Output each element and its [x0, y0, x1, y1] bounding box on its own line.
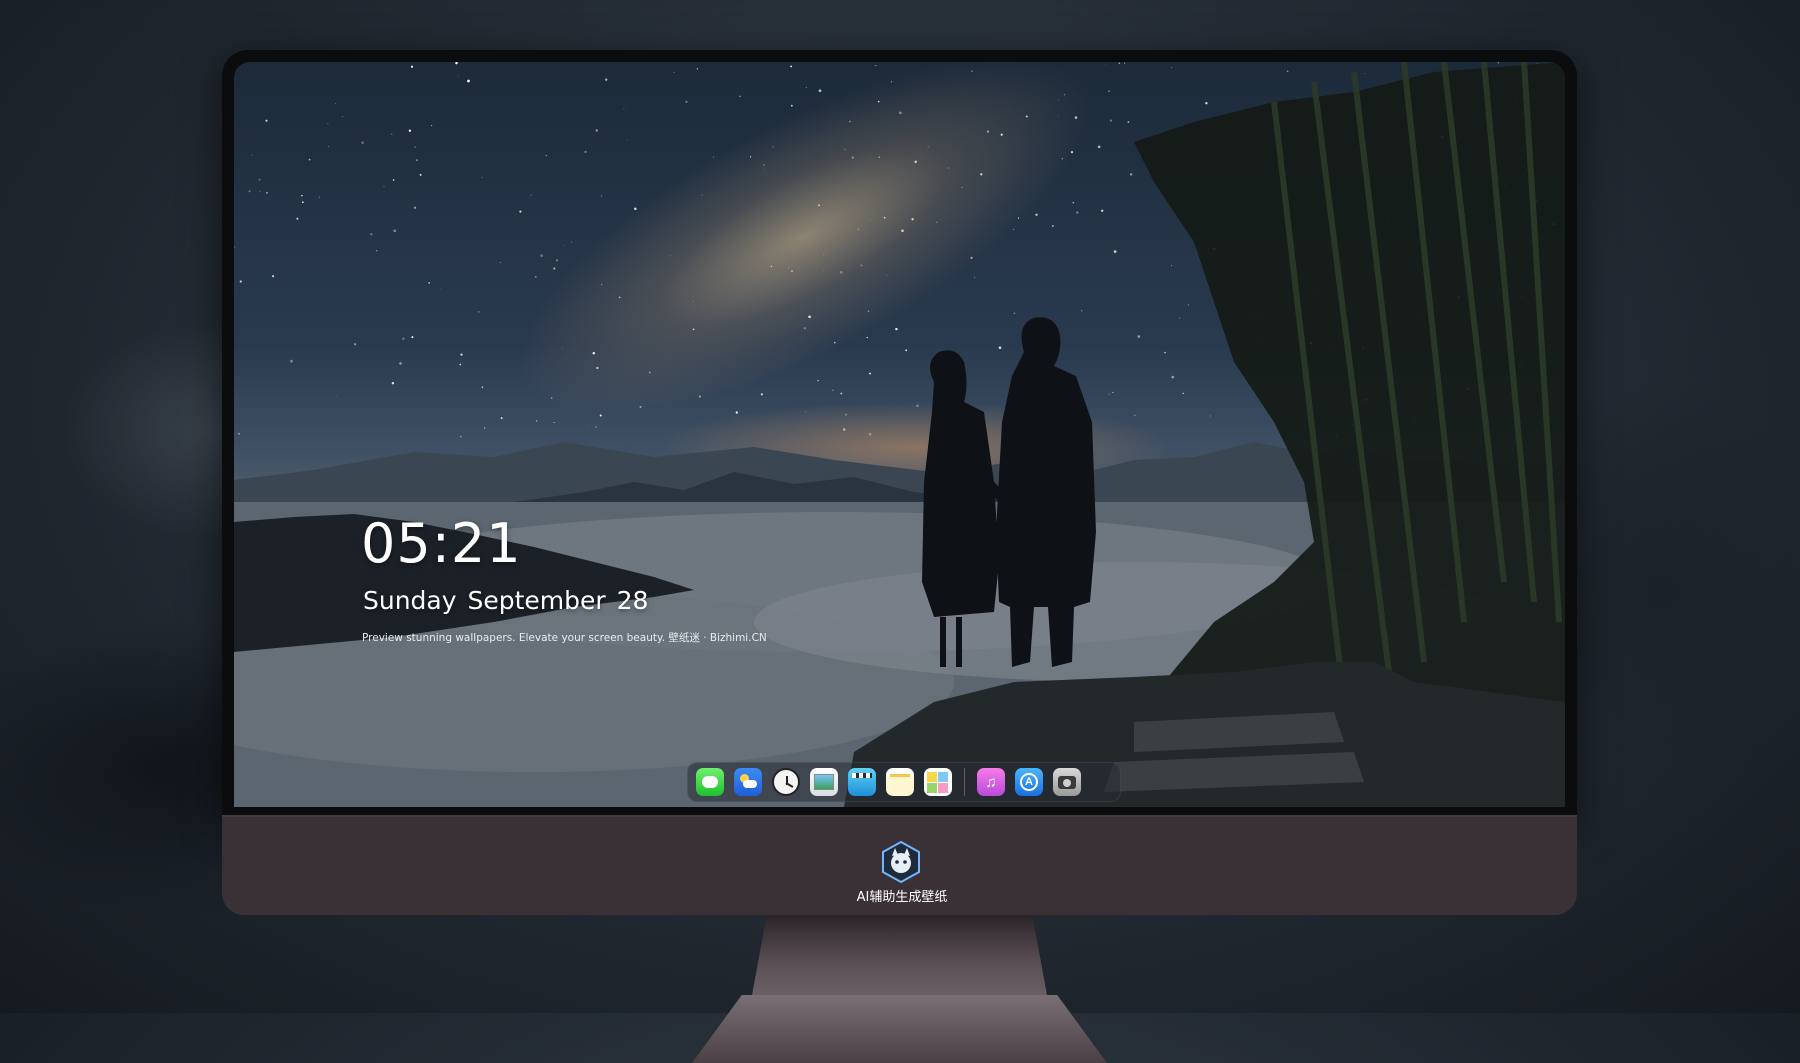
clips-icon[interactable] — [848, 768, 876, 796]
lock-screen[interactable]: 05:21 Sunday September 28 Preview stunni… — [234, 62, 1565, 807]
camera-icon[interactable] — [1053, 768, 1081, 796]
stickies-icon[interactable] — [924, 768, 952, 796]
cat-mascot-logo-icon — [882, 840, 920, 884]
messages-icon[interactable] — [696, 768, 724, 796]
monitor-stand-neck — [752, 915, 1047, 995]
lock-tagline: Preview stunning wallpapers. Elevate you… — [362, 632, 767, 644]
app-store-icon[interactable]: A — [1015, 768, 1043, 796]
dock-separator — [964, 768, 965, 796]
clock-icon[interactable] — [772, 768, 800, 796]
monitor: 05:21 Sunday September 28 Preview stunni… — [222, 50, 1577, 1063]
preview-icon[interactable] — [810, 768, 838, 796]
wallpaper-landscape — [234, 62, 1565, 807]
lock-time: 05:21 — [361, 512, 522, 575]
monitor-stand-base — [692, 995, 1107, 1063]
brand-label: AI辅助生成壁纸 — [856, 890, 948, 905]
lock-date: Sunday September 28 — [363, 586, 649, 615]
woman-silhouette — [922, 350, 999, 617]
dock: ♫ A — [687, 762, 1121, 802]
weather-icon[interactable] — [734, 768, 762, 796]
notes-icon[interactable] — [886, 768, 914, 796]
music-icon[interactable]: ♫ — [977, 768, 1005, 796]
monitor-bezel: 05:21 Sunday September 28 Preview stunni… — [222, 50, 1577, 815]
